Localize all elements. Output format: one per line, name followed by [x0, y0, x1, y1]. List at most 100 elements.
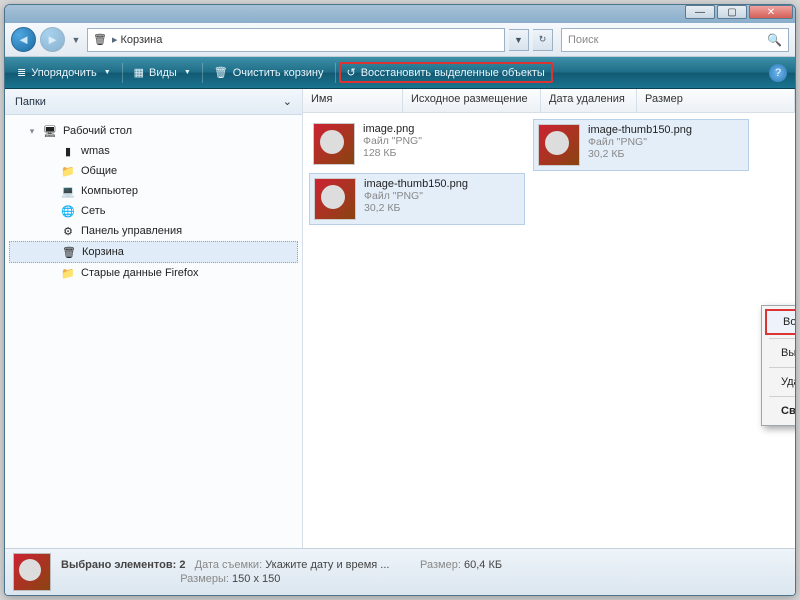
file-meta: image.pngФайл "PNG"128 КБ — [363, 123, 422, 165]
folder-icon: ⚙ — [60, 223, 76, 239]
views-label: Виды — [149, 67, 177, 79]
folder-icon: 📁 — [60, 265, 76, 281]
minimize-button[interactable]: — — [685, 5, 715, 19]
file-name: image.png — [363, 123, 422, 135]
context-cut[interactable]: Вырезать — [765, 342, 796, 364]
folder-tree: ▾ 🖥 Рабочий стол ▮ wmas 📁 Общие 💻 Компьютер 🌐 Сеть… — [5, 115, 302, 289]
empty-recycle-bin-button[interactable]: 🗑 Очистить корзину — [206, 63, 332, 82]
details-pane: Выбрано элементов: 2 Дата съемки: Укажит… — [5, 548, 795, 595]
maximize-button[interactable]: ▢ — [717, 5, 747, 19]
navigation-pane: Папки ⌄ ▾ 🖥 Рабочий стол ▮ wmas 📁 Общие 💻 Компью… — [5, 89, 303, 548]
tree-item[interactable]: 🌐 Сеть — [9, 201, 298, 221]
file-thumbnail — [314, 178, 356, 220]
status-size-key: Размер: — [420, 559, 461, 571]
file-type: Файл "PNG" — [363, 135, 422, 147]
address-bar[interactable]: 🗑 ▶ Корзина — [87, 28, 505, 52]
context-separator — [769, 338, 796, 339]
context-restore[interactable]: Восстановить — [765, 309, 796, 335]
tree-item-label: Старые данные Firefox — [81, 267, 199, 279]
address-dropdown[interactable]: ▼ — [509, 29, 529, 51]
body-split: Папки ⌄ ▾ 🖥 Рабочий стол ▮ wmas 📁 Общие 💻 Компью… — [5, 89, 795, 548]
column-size[interactable]: Размер — [637, 89, 795, 112]
status-size-value: 60,4 КБ — [464, 559, 502, 571]
explorer-window: — ▢ ✕ ◄ ► ▼ 🗑 ▶ Корзина ▼ ↻ Поиск 🔍 ≣ Уп… — [4, 4, 796, 596]
status-thumbnail — [13, 553, 51, 591]
search-placeholder: Поиск — [568, 34, 598, 46]
refresh-button[interactable]: ↻ — [533, 29, 553, 51]
folder-icon: 🌐 — [60, 203, 76, 219]
tree-item-label: Панель управления — [81, 225, 182, 237]
help-button[interactable]: ? — [769, 64, 787, 82]
tree-item-label: wmas — [81, 145, 110, 157]
file-type: Файл "PNG" — [588, 136, 692, 148]
folder-icon: 📁 — [60, 163, 76, 179]
status-text: Выбрано элементов: 2 Дата съемки: Укажит… — [61, 559, 502, 585]
file-meta: image-thumb150.pngФайл "PNG"30,2 КБ — [364, 178, 468, 220]
empty-label: Очистить корзину — [233, 67, 324, 79]
breadcrumb-location[interactable]: Корзина — [120, 34, 162, 46]
file-item[interactable]: image-thumb150.pngФайл "PNG"30,2 КБ — [533, 119, 749, 171]
folder-icon: ▮ — [60, 143, 76, 159]
folder-icon: 🖥 — [42, 123, 58, 139]
tree-item[interactable]: 📁 Старые данные Firefox — [9, 263, 298, 283]
toolbar-separator — [335, 63, 336, 83]
tree-item[interactable]: ⚙ Панель управления — [9, 221, 298, 241]
tree-item-label: Рабочий стол — [63, 125, 132, 137]
chevron-down-icon: ▼ — [104, 69, 111, 76]
tree-item[interactable]: ▾ 🖥 Рабочий стол — [9, 121, 298, 141]
file-size: 30,2 КБ — [588, 148, 692, 160]
tree-item[interactable]: 💻 Компьютер — [9, 181, 298, 201]
toolbar-separator — [122, 63, 123, 83]
window-titlebar: — ▢ ✕ — [5, 5, 795, 23]
file-item[interactable]: image.pngФайл "PNG"128 КБ — [309, 119, 525, 169]
file-type: Файл "PNG" — [364, 190, 468, 202]
organize-icon: ≣ — [17, 66, 26, 79]
organize-button[interactable]: ≣ Упорядочить ▼ — [9, 63, 119, 82]
toolbar-separator — [202, 63, 203, 83]
back-button[interactable]: ◄ — [11, 27, 36, 52]
tree-item-label: Компьютер — [81, 185, 138, 197]
forward-button[interactable]: ► — [40, 27, 65, 52]
context-properties[interactable]: Свойства — [765, 400, 796, 422]
folders-pane-header[interactable]: Папки ⌄ — [5, 89, 302, 115]
file-name: image-thumb150.png — [364, 178, 468, 190]
tree-item-label: Корзина — [82, 246, 124, 258]
column-date-deleted[interactable]: Дата удаления — [541, 89, 637, 112]
status-dims-value: 150 x 150 — [232, 573, 280, 585]
folders-label: Папки — [15, 96, 46, 108]
tree-item-label: Сеть — [81, 205, 105, 217]
tree-item-label: Общие — [81, 165, 117, 177]
file-size: 30,2 КБ — [364, 202, 468, 214]
column-name[interactable]: Имя — [303, 89, 403, 112]
close-button[interactable]: ✕ — [749, 5, 793, 19]
file-list[interactable]: image-thumb150.pngФайл "PNG"30,2 КБimage… — [303, 113, 795, 548]
column-original-location[interactable]: Исходное размещение — [403, 89, 541, 112]
context-menu: Восстановить Вырезать Удалить Свойства — [761, 305, 796, 426]
file-thumbnail — [313, 123, 355, 165]
content-pane: Имя Исходное размещение Дата удаления Ра… — [303, 89, 795, 548]
chevron-down-icon: ▼ — [184, 69, 191, 76]
context-delete[interactable]: Удалить — [765, 371, 796, 393]
folder-icon: 💻 — [60, 183, 76, 199]
restore-icon: ↺ — [347, 66, 356, 79]
nav-history-dropdown[interactable]: ▼ — [69, 29, 83, 51]
status-date-value[interactable]: Укажите дату и время ... — [265, 559, 389, 571]
tree-item[interactable]: 📁 Общие — [9, 161, 298, 181]
tree-item[interactable]: ▮ wmas — [9, 141, 298, 161]
collapse-icon[interactable]: ⌄ — [283, 95, 292, 108]
navigation-bar: ◄ ► ▼ 🗑 ▶ Корзина ▼ ↻ Поиск 🔍 — [5, 23, 795, 57]
status-dims-key: Размеры: — [180, 573, 229, 585]
search-input[interactable]: Поиск 🔍 — [561, 28, 789, 52]
trash-icon: 🗑 — [214, 66, 228, 79]
column-headers: Имя Исходное размещение Дата удаления Ра… — [303, 89, 795, 113]
search-icon: 🔍 — [767, 33, 782, 47]
file-name: image-thumb150.png — [588, 124, 692, 136]
views-button[interactable]: ▦ Виды ▼ — [126, 63, 199, 82]
tree-item[interactable]: 🗑 Корзина — [9, 241, 298, 263]
tree-twisty-icon[interactable]: ▾ — [27, 126, 37, 137]
command-bar: ≣ Упорядочить ▼ ▦ Виды ▼ 🗑 Очистить корз… — [5, 57, 795, 89]
folder-icon: 🗑 — [61, 244, 77, 260]
restore-label: Восстановить выделенные объекты — [361, 67, 545, 79]
file-item[interactable]: image-thumb150.pngФайл "PNG"30,2 КБ — [309, 173, 525, 225]
restore-selected-button[interactable]: ↺ Восстановить выделенные объекты — [339, 62, 553, 83]
